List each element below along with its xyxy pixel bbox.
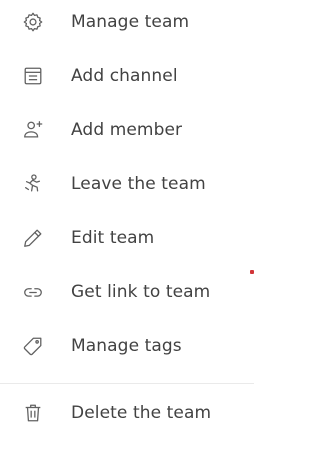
menu-item-get-link[interactable]: Get link to team	[0, 272, 254, 312]
menu-item-label: Get link to team	[71, 282, 211, 302]
team-context-menu: Manage team Add channel Add member Leave…	[0, 0, 254, 449]
menu-item-add-channel[interactable]: Add channel	[0, 56, 254, 96]
menu-item-manage-team[interactable]: Manage team	[0, 2, 254, 42]
gear-icon	[21, 10, 45, 34]
menu-item-label: Add channel	[71, 66, 178, 86]
menu-item-label: Add member	[71, 120, 183, 140]
menu-item-edit-team[interactable]: Edit team	[0, 218, 254, 258]
menu-separator	[0, 383, 254, 384]
pointer-indicator	[250, 270, 254, 274]
leave-person-icon	[21, 172, 45, 196]
menu-item-leave-team[interactable]: Leave the team	[0, 164, 254, 204]
menu-item-add-member[interactable]: Add member	[0, 110, 254, 150]
menu-item-label: Leave the team	[71, 174, 206, 194]
channel-icon	[21, 64, 45, 88]
link-icon	[21, 280, 45, 304]
menu-item-manage-tags[interactable]: Manage tags	[0, 326, 254, 366]
menu-item-label: Manage team	[71, 12, 190, 32]
menu-item-label: Edit team	[71, 228, 155, 248]
menu-item-label: Delete the team	[71, 403, 212, 423]
menu-item-label: Manage tags	[71, 336, 182, 356]
trash-icon	[21, 401, 45, 425]
tag-icon	[21, 334, 45, 358]
menu-item-delete-team[interactable]: Delete the team	[0, 393, 254, 433]
pencil-icon	[21, 226, 45, 250]
add-person-icon	[21, 118, 45, 142]
